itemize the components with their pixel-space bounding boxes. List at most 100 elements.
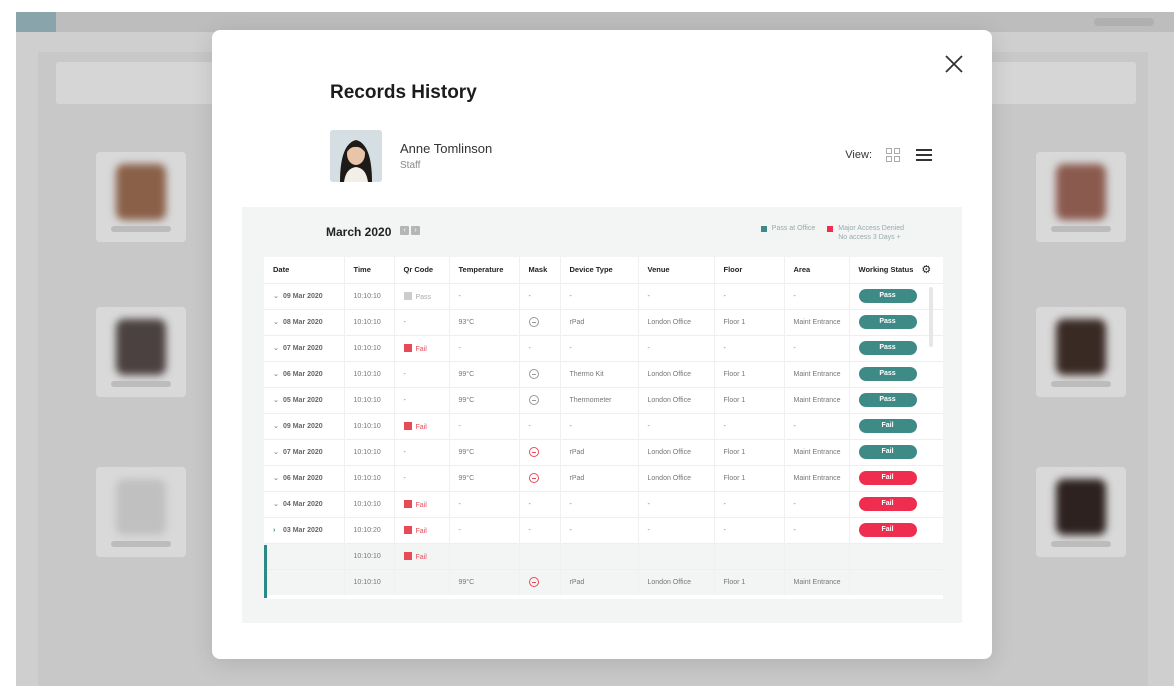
table-row[interactable]: ⌄ 05 Mar 2020 10:10:10-99°C Thermometer Lond… <box>264 386 943 413</box>
temperature-cell: 99°C <box>449 568 520 595</box>
chevron-down-icon[interactable]: ⌄ <box>273 474 283 482</box>
scrollbar[interactable] <box>929 287 933 347</box>
qr-cell: Fail <box>394 334 450 361</box>
table-row[interactable]: ⌄ 09 Mar 2020 10:10:10 Fail - - - - - - Fail <box>264 412 943 439</box>
chevron-right-icon[interactable]: › <box>273 527 283 534</box>
chevron-down-icon[interactable]: ⌄ <box>273 292 283 300</box>
venue-cell: London Office <box>638 568 715 595</box>
column-header-label: Mask <box>528 265 548 275</box>
table-row[interactable]: › 03 Mar 2020 10:10:20 Fail - - - - - - Fail <box>264 516 943 543</box>
qr-cell: Fail <box>394 516 450 543</box>
venue-cell: London Office <box>638 386 715 413</box>
records-table: Date Time Qr Code Temperature Mask Device Typ… <box>264 257 943 599</box>
chevron-down-icon[interactable]: ⌄ <box>273 500 283 508</box>
mask-icon <box>528 577 539 588</box>
mask-cell: - <box>519 516 561 543</box>
temperature-cell: - <box>449 282 520 309</box>
records-panel: March 2020 ‹ › Pass at Office Major Acces… <box>242 207 962 623</box>
status-badge: Pass <box>858 341 917 355</box>
area-cell: Maint Entrance <box>784 464 850 491</box>
device-cell: Thermometer <box>560 386 639 413</box>
legend-swatch <box>827 226 834 232</box>
temperature-cell: 99°C <box>449 438 520 465</box>
chevron-down-icon[interactable]: ⌄ <box>273 370 283 378</box>
date-text: 06 Mar 2020 <box>283 475 323 482</box>
floor-cell: - <box>714 516 785 543</box>
floor-cell: Floor 1 <box>714 308 785 335</box>
time-cell: 10:10:10 <box>344 568 395 595</box>
device-cell: - <box>560 412 639 439</box>
mask-icon <box>528 369 539 379</box>
status-cell: Pass <box>849 360 943 387</box>
floor-cell: Floor 1 <box>714 464 785 491</box>
temperature-cell: 93°C <box>449 308 520 335</box>
table-row[interactable]: ⌄ 09 Mar 2020 10:10:10 Pass - - - - - - Pass <box>264 282 943 309</box>
status-cell: Fail <box>849 412 943 439</box>
date-text: 09 Mar 2020 <box>283 293 323 300</box>
floor-cell: - <box>714 412 785 439</box>
temperature-cell: 99°C <box>449 386 520 413</box>
list-view-icon[interactable] <box>916 149 932 161</box>
table-row[interactable]: ⌄ 04 Mar 2020 10:10:10 Fail - - - - - - Fail <box>264 490 943 517</box>
qr-cell: - <box>394 360 450 387</box>
status-badge: Fail <box>858 497 917 511</box>
mask-icon <box>528 447 539 457</box>
venue-cell: London Office <box>638 438 715 465</box>
table-row[interactable]: ⌄ 06 Mar 2020 10:10:10-99°C rPad London Offi… <box>264 464 943 491</box>
chevron-down-icon[interactable]: ⌄ <box>273 396 283 404</box>
chevron-down-icon[interactable]: ⌄ <box>273 422 283 430</box>
venue-cell: London Office <box>638 464 715 491</box>
floor-cell: - <box>714 334 785 361</box>
legend: Pass at Office Major Access Denied No acce… <box>760 225 904 241</box>
device-cell <box>560 542 639 569</box>
prev-month-button[interactable]: ‹ <box>400 226 409 235</box>
status-cell <box>849 542 943 569</box>
column-header: Area <box>784 257 850 283</box>
table-row[interactable]: ⌄ 06 Mar 2020 10:10:10-99°C Thermo Kit Londo… <box>264 360 943 387</box>
qr-code-icon <box>403 343 412 352</box>
date-cell: › 03 Mar 2020 <box>264 516 345 543</box>
device-cell: Thermo Kit <box>560 360 639 387</box>
qr-status: Fail <box>415 501 427 509</box>
venue-cell: - <box>638 516 715 543</box>
column-header: Temperature <box>449 257 520 283</box>
table-row[interactable]: ⌄ 08 Mar 2020 10:10:10-93°C rPad London Offi… <box>264 308 943 335</box>
device-cell: - <box>560 334 639 361</box>
grid-view-icon[interactable] <box>886 148 900 162</box>
view-label: View: <box>845 149 872 161</box>
date-cell: ⌄ 06 Mar 2020 <box>264 464 345 491</box>
date-cell: ⌄ 09 Mar 2020 <box>264 282 345 309</box>
floor-cell <box>714 542 785 569</box>
date-cell: ⌄ 04 Mar 2020 <box>264 490 345 517</box>
status-cell: Pass <box>849 386 943 413</box>
floor-cell: Floor 1 <box>714 438 785 465</box>
close-button[interactable] <box>942 52 966 76</box>
floor-cell: - <box>714 282 785 309</box>
date-cell: ⌄ 07 Mar 2020 <box>264 438 345 465</box>
qr-cell: Pass <box>394 282 450 309</box>
chevron-down-icon[interactable]: ⌄ <box>273 448 283 456</box>
floor-cell: Floor 1 <box>714 386 785 413</box>
chevron-down-icon[interactable]: ⌄ <box>273 318 283 326</box>
time-cell: 10:10:10 <box>344 386 395 413</box>
table-header: Date Time Qr Code Temperature Mask Device Typ… <box>264 257 943 283</box>
floor-cell: Floor 1 <box>714 360 785 387</box>
column-header: Venue <box>638 257 715 283</box>
area-cell <box>784 542 850 569</box>
qr-cell: - <box>394 308 450 335</box>
gear-icon[interactable]: ⚙ <box>921 263 931 276</box>
legend-item: Major Access Denied No access 3 Days + <box>827 225 904 241</box>
device-cell: - <box>560 490 639 517</box>
status-badge: Fail <box>858 419 917 433</box>
qr-cell: Fail <box>394 542 450 569</box>
table-row[interactable]: ⌄ 07 Mar 2020 10:10:10-99°C rPad London Offi… <box>264 438 943 465</box>
venue-cell <box>638 542 715 569</box>
temperature-cell: - <box>449 412 520 439</box>
date-cell: ⌄ 07 Mar 2020 <box>264 334 345 361</box>
device-cell: rPad <box>560 308 639 335</box>
mask-cell <box>519 568 561 595</box>
chevron-down-icon[interactable]: ⌄ <box>273 344 283 352</box>
table-row[interactable]: ⌄ 07 Mar 2020 10:10:10 Fail - - - - - - Pass <box>264 334 943 361</box>
status-cell: Fail <box>849 516 943 543</box>
next-month-button[interactable]: › <box>411 226 420 235</box>
